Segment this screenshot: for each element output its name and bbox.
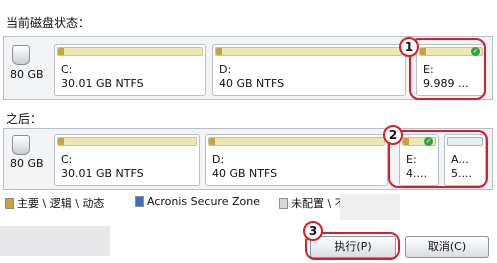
partition-d[interactable]: D: 40 GB NTFS	[205, 134, 388, 186]
usage-bar	[57, 47, 203, 56]
cancel-button[interactable]: 取消(C)	[405, 236, 489, 258]
annotation-box-1	[409, 38, 486, 100]
partition-name: D:	[212, 153, 225, 166]
hard-disk-icon	[12, 135, 30, 155]
primary-swatch-icon	[5, 198, 14, 209]
disk-size: 80 GB	[10, 68, 44, 81]
partition-name: C:	[61, 153, 73, 166]
partition-c[interactable]: C: 30.01 GB NTFS	[54, 134, 200, 186]
hard-disk-icon	[12, 45, 30, 65]
disk-size: 80 GB	[10, 157, 44, 170]
blurred-area	[340, 194, 400, 220]
annotation-number-3: 3	[303, 221, 323, 241]
annotation-box-2	[388, 130, 488, 188]
partition-info: 30.01 GB NTFS	[61, 77, 144, 90]
partition-name: C:	[61, 63, 73, 76]
partition-c[interactable]: C: 30.01 GB NTFS	[54, 44, 206, 96]
usage-bar	[208, 137, 385, 146]
current-status-label: 当前磁盘状态：	[6, 16, 91, 30]
annotation-number-1: 1	[399, 37, 419, 57]
annotation-number-2: 2	[383, 125, 403, 145]
legend-primary: 主要 \ 逻辑 \ 动态	[5, 195, 104, 211]
partition-name: D:	[219, 63, 232, 76]
partition-d[interactable]: D: 40 GB NTFS	[212, 44, 406, 96]
after-status-label: 之后：	[6, 112, 43, 126]
partition-info: 40 GB NTFS	[212, 167, 278, 180]
legend-acronis: Acronis Secure Zone	[135, 195, 260, 208]
blurred-area	[0, 226, 110, 256]
acronis-swatch-icon	[135, 196, 144, 207]
partition-info: 30.01 GB NTFS	[61, 167, 144, 180]
unallocated-swatch-icon	[279, 198, 288, 209]
usage-bar	[57, 137, 197, 146]
partition-info: 40 GB NTFS	[219, 77, 285, 90]
usage-bar	[215, 47, 403, 56]
